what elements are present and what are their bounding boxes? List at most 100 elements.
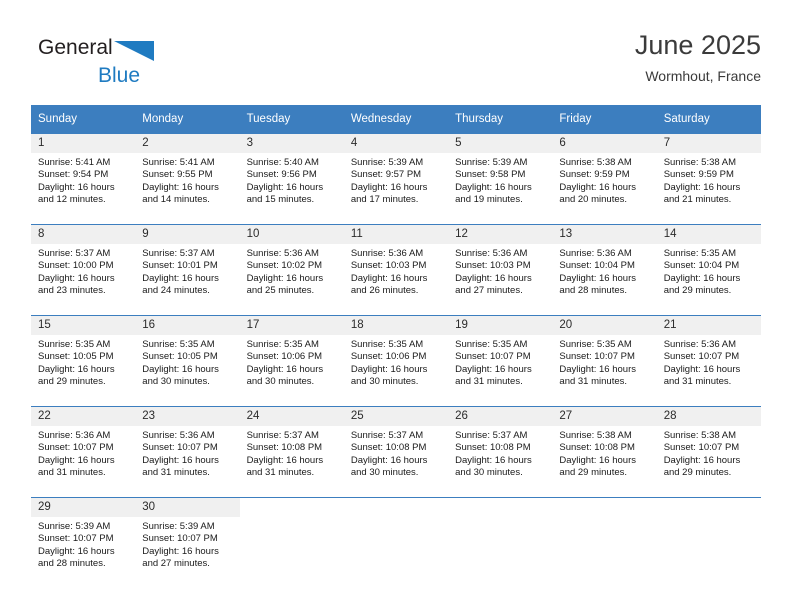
day-number: 6 [552,134,657,153]
day-details: Sunrise: 5:35 AM Sunset: 10:07 PM Daylight… [448,335,552,389]
daylight-duration-line1: Daylight: 16 hours [142,181,219,193]
sunset-time: Sunset: 10:04 PM [559,260,635,272]
calendar-day-cell[interactable]: 19 Sunrise: 5:35 AM Sunset: 10:07 PM Daylig… [448,315,553,407]
daylight-duration-line2: and 29 minutes. [663,285,732,297]
day-details: Sunrise: 5:36 AM Sunset: 10:03 PM Daylight… [344,244,448,298]
daylight-duration-line1: Daylight: 16 hours [142,272,219,284]
calendar-day-cell[interactable]: 17 Sunrise: 5:35 AM Sunset: 10:06 PM Daylig… [239,315,344,407]
day-cell-content: 3 Sunrise: 5:40 AM Sunset: 9:56 PM Daylight… [239,134,344,224]
calendar-day-cell[interactable]: 7 Sunrise: 5:38 AM Sunset: 9:59 PM Daylight… [656,133,761,225]
sunset-time: Sunset: 9:55 PM [142,169,213,181]
day-number [344,498,448,517]
sunset-time: Sunset: 10:07 PM [663,442,740,454]
day-details: Sunrise: 5:36 AM Sunset: 10:07 PM Daylight… [31,426,135,480]
day-cell-content: 20 Sunrise: 5:35 AM Sunset: 10:07 PM Daylig… [552,316,657,406]
daylight-duration-line2: and 31 minutes. [246,467,315,479]
calendar-day-cell[interactable]: 16 Sunrise: 5:35 AM Sunset: 10:05 PM Daylig… [135,315,240,407]
sunrise-time: Sunrise: 5:35 AM [246,339,319,350]
sunset-time: Sunset: 10:07 PM [142,533,218,545]
calendar-day-cell[interactable]: 11 Sunrise: 5:36 AM Sunset: 10:03 PM Daylig… [343,224,449,316]
page-header: General Blue June 2025 Wormhout, France [31,28,761,96]
calendar-day-cell[interactable]: 9 Sunrise: 5:37 AM Sunset: 10:01 PM Dayligh… [135,224,240,316]
day-number: 23 [135,407,240,426]
calendar-day-cell[interactable]: 30 Sunrise: 5:39 AM Sunset: 10:07 PM Daylig… [135,497,240,588]
day-number: 7 [656,134,761,153]
daylight-duration-line1: Daylight: 16 hours [663,454,741,466]
day-cell-content: 21 Sunrise: 5:36 AM Sunset: 10:07 PM Daylig… [656,316,761,406]
calendar-day-cell[interactable]: 12 Sunrise: 5:36 AM Sunset: 10:03 PM Daylig… [448,224,553,316]
calendar-day-cell[interactable]: 26 Sunrise: 5:37 AM Sunset: 10:08 PM Daylig… [448,406,553,498]
sunrise-time: Sunrise: 5:41 AM [38,157,111,168]
sunrise-time: Sunrise: 5:39 AM [38,521,111,532]
daylight-duration-line1: Daylight: 16 hours [663,363,741,375]
day-cell-content: 2 Sunrise: 5:41 AM Sunset: 9:55 PM Daylight… [135,134,240,224]
day-cell-content: 14 Sunrise: 5:35 AM Sunset: 10:04 PM Daylig… [656,225,761,315]
calendar-day-cell[interactable]: 4 Sunrise: 5:39 AM Sunset: 9:57 PM Daylight… [343,133,449,225]
brand-logo[interactable]: General Blue [38,36,218,92]
sunrise-time: Sunrise: 5:39 AM [142,521,215,532]
calendar-day-cell[interactable]: 1 Sunrise: 5:41 AM Sunset: 9:54 PM Daylight… [31,133,136,225]
calendar-day-cell[interactable]: 21 Sunrise: 5:36 AM Sunset: 10:07 PM Daylig… [656,315,761,407]
weekday-header-saturday: Saturday [656,105,761,134]
daylight-duration-line2: and 15 minutes. [246,194,315,206]
calendar-day-cell[interactable]: 25 Sunrise: 5:37 AM Sunset: 10:08 PM Daylig… [343,406,449,498]
sunset-time: Sunset: 10:08 PM [246,442,323,454]
calendar-day-cell[interactable] [343,497,449,588]
calendar-day-cell[interactable]: 8 Sunrise: 5:37 AM Sunset: 10:00 PM Dayligh… [31,224,136,316]
calendar-day-cell[interactable]: 6 Sunrise: 5:38 AM Sunset: 9:59 PM Daylight… [552,133,657,225]
day-cell-content: 24 Sunrise: 5:37 AM Sunset: 10:08 PM Daylig… [239,407,344,497]
day-details: Sunrise: 5:39 AM Sunset: 10:07 PM Daylight… [31,517,135,571]
calendar-day-cell[interactable]: 22 Sunrise: 5:36 AM Sunset: 10:07 PM Daylig… [31,406,136,498]
calendar-day-cell[interactable]: 18 Sunrise: 5:35 AM Sunset: 10:06 PM Daylig… [343,315,449,407]
day-details: Sunrise: 5:36 AM Sunset: 10:03 PM Daylight… [448,244,552,298]
sunset-time: Sunset: 10:06 PM [350,351,427,363]
calendar-day-cell[interactable] [552,497,657,588]
day-cell-empty [344,498,448,588]
weekday-header-tuesday: Tuesday [239,105,344,134]
day-number: 18 [343,316,449,335]
calendar-day-cell[interactable]: 27 Sunrise: 5:38 AM Sunset: 10:08 PM Daylig… [552,406,657,498]
day-number: 28 [656,407,761,426]
daylight-duration-line1: Daylight: 16 hours [455,181,532,193]
calendar-day-cell[interactable]: 24 Sunrise: 5:37 AM Sunset: 10:08 PM Daylig… [239,406,344,498]
calendar-day-cell[interactable]: 13 Sunrise: 5:36 AM Sunset: 10:04 PM Daylig… [552,224,657,316]
calendar-day-cell[interactable]: 2 Sunrise: 5:41 AM Sunset: 9:55 PM Daylight… [135,133,240,225]
calendar-day-cell[interactable]: 20 Sunrise: 5:35 AM Sunset: 10:07 PM Daylig… [552,315,657,407]
day-details: Sunrise: 5:39 AM Sunset: 10:07 PM Daylight… [135,517,239,571]
calendar-day-cell[interactable]: 14 Sunrise: 5:35 AM Sunset: 10:04 PM Daylig… [656,224,761,316]
day-details: Sunrise: 5:36 AM Sunset: 10:07 PM Daylight… [657,335,761,389]
daylight-duration-line2: and 28 minutes. [38,558,106,570]
calendar-day-cell[interactable] [656,497,761,588]
calendar-day-cell[interactable]: 10 Sunrise: 5:36 AM Sunset: 10:02 PM Daylig… [239,224,344,316]
daylight-duration-line2: and 17 minutes. [350,194,419,206]
calendar-day-cell[interactable]: 29 Sunrise: 5:39 AM Sunset: 10:07 PM Daylig… [31,497,136,588]
day-cell-content: 18 Sunrise: 5:35 AM Sunset: 10:06 PM Daylig… [343,316,449,406]
day-details: Sunrise: 5:37 AM Sunset: 10:01 PM Daylight… [135,244,239,298]
calendar-week-row: 1 Sunrise: 5:41 AM Sunset: 9:54 PM Daylight… [31,133,761,225]
day-number: 20 [552,316,657,335]
daylight-duration-line2: and 30 minutes. [350,376,419,388]
day-details: Sunrise: 5:35 AM Sunset: 10:05 PM Daylight… [135,335,239,389]
day-number [448,498,552,517]
calendar-day-cell[interactable]: 3 Sunrise: 5:40 AM Sunset: 9:56 PM Daylight… [239,133,344,225]
day-number: 3 [239,134,344,153]
day-number: 17 [239,316,344,335]
calendar-day-cell[interactable] [448,497,553,588]
calendar-day-cell[interactable]: 15 Sunrise: 5:35 AM Sunset: 10:05 PM Daylig… [31,315,136,407]
calendar-day-cell[interactable] [239,497,344,588]
sunset-time: Sunset: 10:04 PM [663,260,740,272]
daylight-duration-line1: Daylight: 16 hours [38,181,115,193]
calendar-day-cell[interactable]: 5 Sunrise: 5:39 AM Sunset: 9:58 PM Daylight… [448,133,553,225]
calendar-day-cell[interactable]: 28 Sunrise: 5:38 AM Sunset: 10:07 PM Daylig… [656,406,761,498]
daylight-duration-line2: and 21 minutes. [663,194,732,206]
day-details: Sunrise: 5:41 AM Sunset: 9:55 PM Daylight:… [135,153,239,207]
sunset-time: Sunset: 10:07 PM [38,442,114,454]
calendar-day-cell[interactable]: 23 Sunrise: 5:36 AM Sunset: 10:07 PM Daylig… [135,406,240,498]
day-cell-empty [240,498,344,588]
day-cell-content: 6 Sunrise: 5:38 AM Sunset: 9:59 PM Daylight… [552,134,657,224]
sunrise-time: Sunrise: 5:36 AM [246,248,319,259]
day-cell-empty [657,498,761,588]
sunrise-time: Sunrise: 5:35 AM [455,339,528,350]
sunrise-time: Sunrise: 5:39 AM [455,157,528,168]
day-details: Sunrise: 5:36 AM Sunset: 10:04 PM Daylight… [552,244,656,298]
